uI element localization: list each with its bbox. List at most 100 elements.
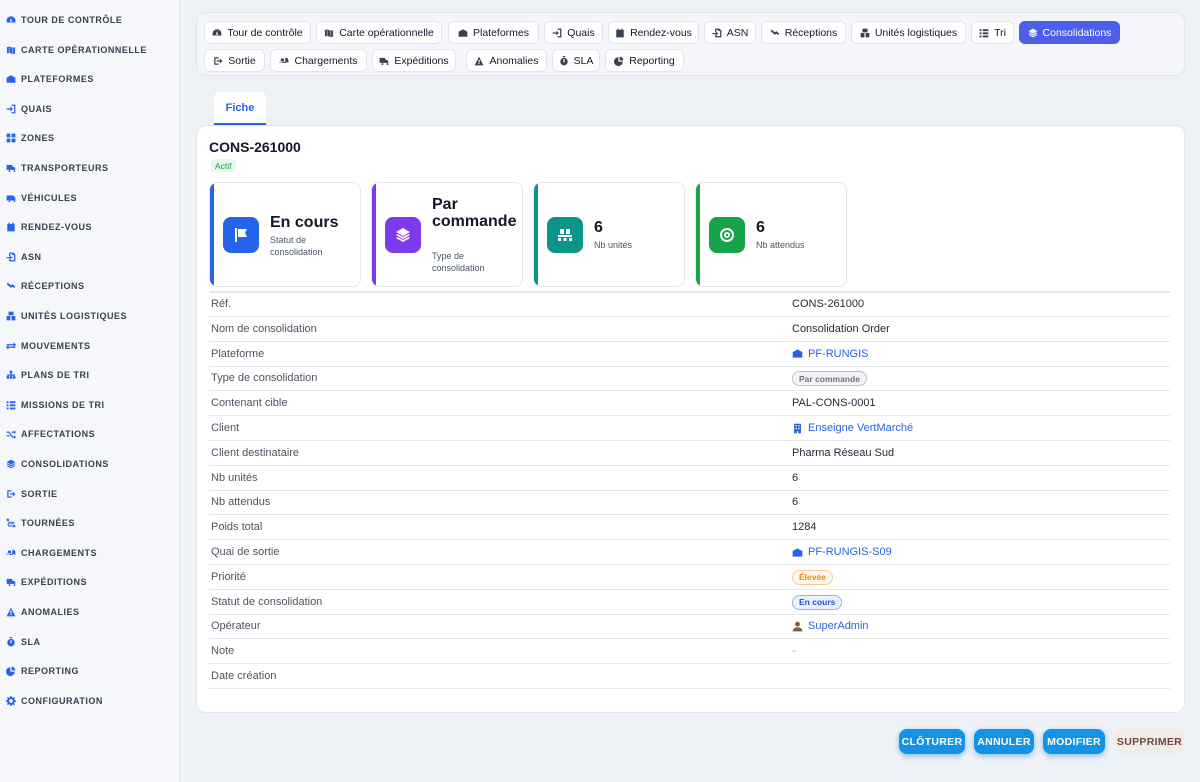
cancel-button[interactable]: ANNULER — [974, 729, 1034, 754]
detail-value[interactable]: PF-RUNGIS — [792, 348, 869, 360]
tab-anomalies[interactable]: Anomalies — [466, 49, 547, 72]
sidebar-item-tour-de-controle[interactable]: Tour de contrôle — [0, 8, 180, 32]
kpi-card-status: En cours Statut de consolidation — [209, 182, 361, 287]
sidebar-item-rendez-vous[interactable]: Rendez-vous — [0, 215, 180, 239]
tab-rendez-vous[interactable]: Rendez-vous — [608, 21, 699, 44]
sidebar-item-expeditions[interactable]: Expéditions — [0, 570, 180, 594]
tab-label: ASN — [726, 26, 749, 39]
tab-label: Sortie — [228, 54, 256, 67]
detail-value: Par commande — [792, 371, 867, 387]
value-pill: Par commande — [792, 371, 867, 387]
warning-icon — [474, 56, 484, 66]
tab-label: Expéditions — [394, 54, 449, 67]
tab-carte-operationnelle[interactable]: Carte opérationnelle — [316, 21, 442, 44]
tab-label: Unités logistiques — [874, 26, 958, 39]
detail-value[interactable]: SuperAdmin — [792, 620, 869, 632]
gear-icon — [6, 695, 16, 706]
pallet-icon — [547, 217, 583, 253]
sidebar-item-unites-logistiques[interactable]: Unités logistiques — [0, 304, 180, 328]
detail-key: Note — [211, 645, 235, 658]
tab-expeditions[interactable]: Expéditions — [372, 49, 456, 72]
sidebar-item-label: Chargements — [21, 547, 98, 558]
detail-value: Élevée — [792, 569, 833, 585]
tab-sla[interactable]: SLA — [552, 49, 600, 72]
detail-row-nb-attendus: Nb attendus 6 — [209, 490, 1170, 516]
sidebar-item-configuration[interactable]: Configuration — [0, 689, 180, 713]
tab-chargements[interactable]: Chargements — [270, 49, 367, 72]
sidebar-item-quais[interactable]: Quais — [0, 97, 180, 121]
tab-asn[interactable]: ASN — [704, 21, 756, 44]
tab-receptions[interactable]: Réceptions — [761, 21, 846, 44]
dock-icon — [6, 104, 16, 114]
detail-key: Statut de consolidation — [211, 595, 323, 608]
sidebar-item-sortie[interactable]: Sortie — [0, 482, 180, 506]
target-icon — [709, 217, 745, 253]
tab-plateformes[interactable]: Plateformes — [448, 21, 539, 44]
chart-pie-icon — [6, 666, 16, 677]
page-title: CONS-261000 — [209, 139, 301, 155]
truck-icon — [6, 163, 16, 173]
sidebar-item-label: Unités logistiques — [21, 311, 128, 321]
delete-button[interactable]: SUPPRIMER — [1114, 729, 1185, 754]
van-icon — [6, 193, 16, 203]
sidebar-item-tournees[interactable]: Tournées — [0, 511, 180, 535]
sidebar-item-sla[interactable]: SLA — [0, 630, 180, 654]
detail-value[interactable]: PF-RUNGIS-S09 — [792, 546, 892, 558]
link-text[interactable]: PF-RUNGIS-S09 — [808, 546, 892, 558]
tab-quais[interactable]: Quais — [544, 21, 603, 44]
sidebar-item-consolidations[interactable]: Consolidations — [0, 452, 180, 476]
sidebar-item-asn[interactable]: ASN — [0, 245, 180, 269]
sidebar-item-chargements[interactable]: Chargements — [0, 541, 180, 565]
tab-label: Réceptions — [784, 26, 838, 39]
kpi-accent-bar — [372, 183, 376, 286]
sidebar-item-zones[interactable]: Zones — [0, 126, 180, 150]
sidebar-item-vehicules[interactable]: Véhicules — [0, 186, 180, 210]
sidebar-item-receptions[interactable]: Réceptions — [0, 274, 180, 298]
link-text[interactable]: SuperAdmin — [808, 620, 869, 632]
detail-row-operateur: Opérateur SuperAdmin — [209, 614, 1170, 640]
sidebar-item-label: SLA — [21, 636, 41, 647]
tab-tour-de-controle[interactable]: Tour de contrôle — [204, 21, 311, 44]
loading-icon — [279, 56, 289, 66]
tab-consolidations[interactable]: Consolidations — [1019, 21, 1120, 44]
tab-unites-logistiques[interactable]: Unités logistiques — [851, 21, 966, 44]
tab-fiche[interactable]: Fiche — [214, 92, 266, 125]
detail-value[interactable]: Enseigne VertMarché — [792, 422, 913, 434]
tab-label: Reporting — [629, 54, 675, 67]
exit-icon — [213, 56, 223, 66]
kpi-value: Par commande — [432, 196, 517, 230]
sidebar-item-label: Consolidations — [21, 459, 109, 469]
edit-button[interactable]: MODIFIER — [1043, 729, 1105, 754]
sidebar-item-plans-de-tri[interactable]: Plans de tri — [0, 363, 180, 387]
kpi-value: En cours — [270, 214, 339, 231]
link-text[interactable]: Enseigne VertMarché — [808, 422, 913, 434]
layers-icon — [6, 459, 16, 469]
tab-tri[interactable]: Tri — [971, 21, 1014, 44]
shipping-icon — [379, 56, 389, 66]
kpi-label: Nb unités — [594, 240, 633, 250]
detail-value: Pharma Réseau Sud — [792, 446, 895, 459]
sidebar-item-anomalies[interactable]: Anomalies — [0, 600, 180, 624]
sidebar-item-label: Carte opérationnelle — [21, 44, 147, 55]
sidebar-item-transporteurs[interactable]: Transporteurs — [0, 156, 180, 180]
sidebar-item-missions-de-tri[interactable]: Missions de tri — [0, 393, 180, 417]
tab-reporting[interactable]: Reporting — [605, 49, 684, 72]
tab-sortie[interactable]: Sortie — [204, 49, 265, 72]
route-icon — [6, 518, 16, 528]
close-button[interactable]: CLÔTURER — [899, 729, 965, 754]
sidebar-item-label: Plateformes — [21, 74, 94, 85]
kpi-label: Nb attendus — [756, 240, 805, 250]
sidebar-item-reporting[interactable]: Reporting — [0, 659, 180, 683]
detail-key: Quai de sortie — [211, 546, 280, 558]
tab-label: SLA — [573, 54, 594, 67]
sidebar-item-plateformes[interactable]: Plateformes — [0, 67, 180, 91]
tab-label: Carte opérationnelle — [339, 26, 434, 39]
detail-row-quai-de-sortie: Quai de sortie PF-RUNGIS-S09 — [209, 540, 1170, 565]
detail-row-nom-de-consolidation: Nom de consolidation Consolidation Order — [209, 317, 1170, 342]
sidebar-item-mouvements[interactable]: Mouvements — [0, 334, 180, 358]
sidebar-item-affectations[interactable]: Affectations — [0, 422, 180, 446]
sidebar-item-label: Affectations — [21, 429, 96, 440]
sidebar-item-carte-operationnelle[interactable]: Carte opérationnelle — [0, 38, 180, 62]
exit-icon — [6, 489, 16, 499]
link-text[interactable]: PF-RUNGIS — [808, 348, 869, 360]
